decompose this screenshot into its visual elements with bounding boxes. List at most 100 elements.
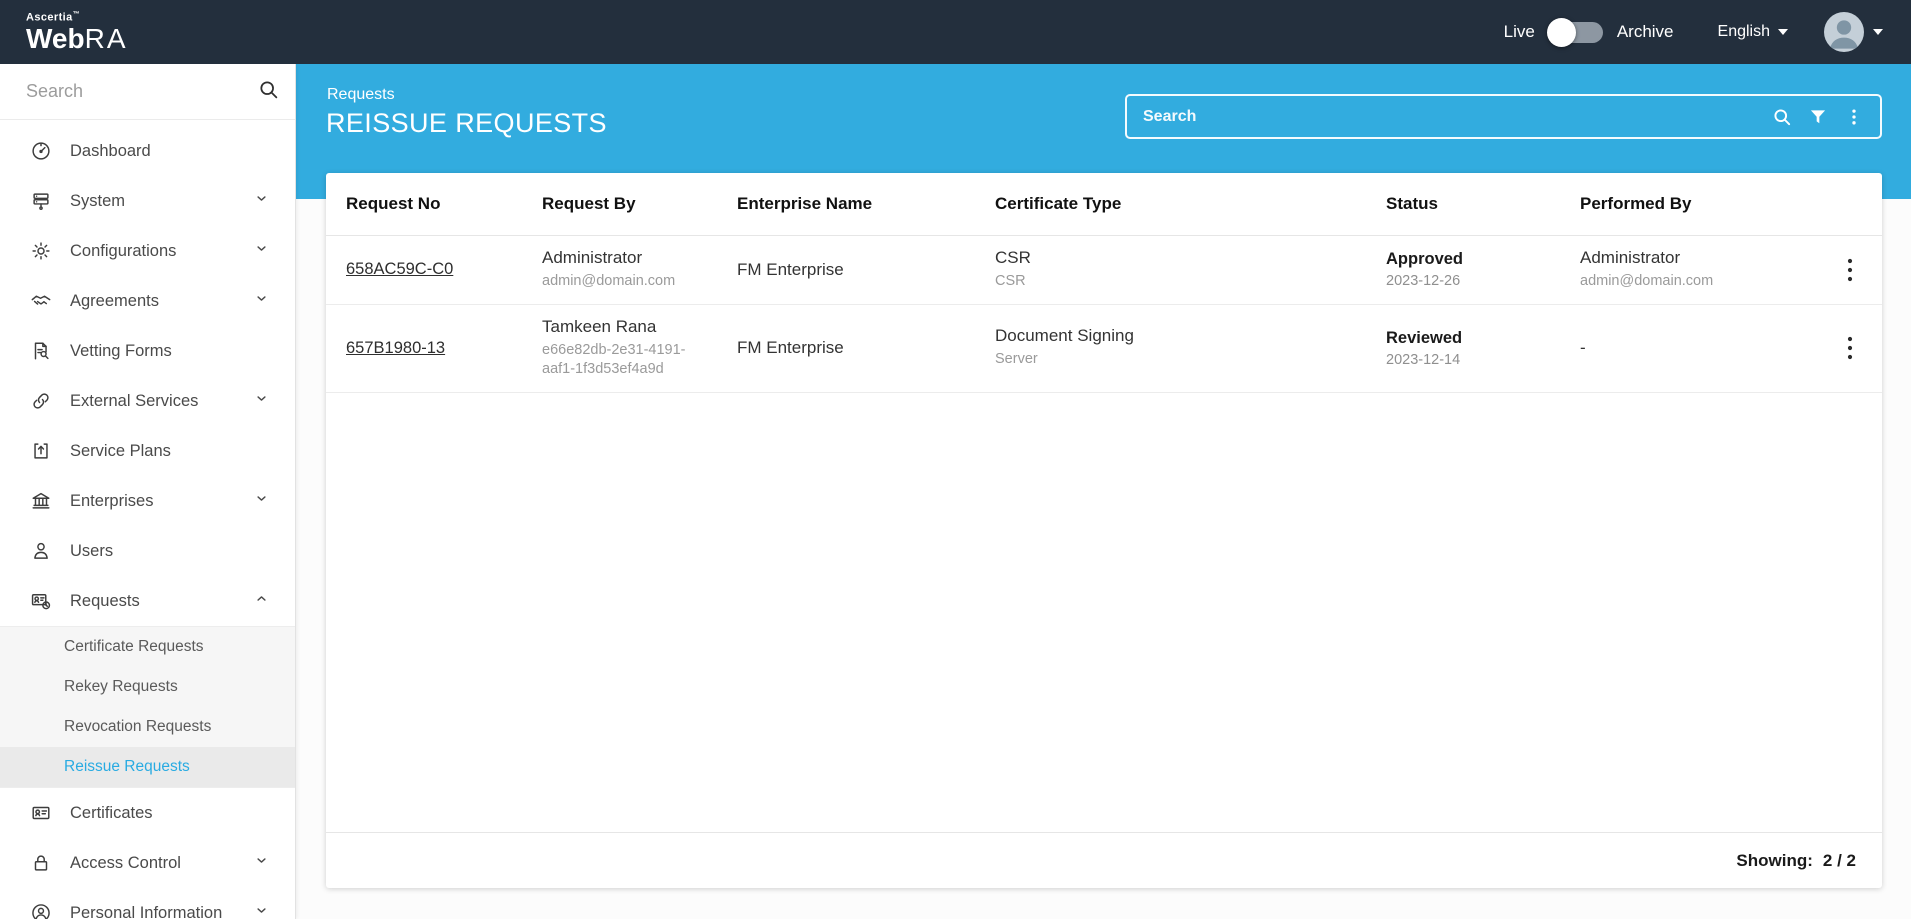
table-header-row: Request No Request By Enterprise Name Ce… <box>326 173 1882 236</box>
sidebar-item-agreements[interactable]: Agreements <box>0 276 295 326</box>
cell-request-no: 658AC59C-C0 <box>346 260 542 279</box>
sidebar-item-system[interactable]: System <box>0 176 295 226</box>
request-by-name: Administrator <box>542 248 709 268</box>
person-silhouette-icon <box>1824 12 1864 52</box>
top-navbar: Ascertia™ WebRA Live Archive English <box>0 0 1911 64</box>
live-archive-toggle[interactable] <box>1549 22 1603 43</box>
enterprise-name: FM Enterprise <box>737 338 967 358</box>
row-actions-kebab-icon[interactable] <box>1841 332 1859 364</box>
toggle-knob[interactable] <box>1547 18 1576 47</box>
sidebar-subitem-reissue-requests[interactable]: Reissue Requests <box>0 747 295 787</box>
sidebar: Dashboard System Configurations Agreemen… <box>0 64 296 919</box>
sidebar-item-label: Enterprises <box>70 492 254 511</box>
sidebar-item-certificates[interactable]: Certificates <box>0 788 295 838</box>
showing-value: 2 / 2 <box>1823 851 1856 871</box>
document-search-icon <box>30 340 52 362</box>
app-logo[interactable]: Ascertia™ WebRA <box>26 11 128 54</box>
certificate-type: Document Signing <box>995 326 1358 346</box>
sidebar-item-label: Requests <box>70 592 254 611</box>
request-by-name: Tamkeen Rana <box>542 317 709 337</box>
chevron-down-icon <box>254 241 269 261</box>
cell-status: Approved 2023-12-26 <box>1386 250 1580 289</box>
brand-company: Ascertia™ <box>26 11 128 24</box>
sidebar-item-personal-information[interactable]: Personal Information <box>0 888 295 919</box>
certificate-type: CSR <box>995 248 1358 268</box>
column-header-request-no: Request No <box>346 194 542 214</box>
chevron-down-icon <box>254 391 269 411</box>
gear-icon <box>30 240 52 262</box>
table-search-input[interactable] <box>1143 108 1756 126</box>
status-date: 2023-12-14 <box>1386 352 1552 368</box>
row-actions-kebab-icon[interactable] <box>1841 254 1859 286</box>
sidebar-item-label: Vetting Forms <box>70 342 269 361</box>
topbar-actions: Live Archive English <box>1504 12 1883 52</box>
link-icon <box>30 390 52 412</box>
status-date: 2023-12-26 <box>1386 273 1552 289</box>
page-title: REISSUE REQUESTS <box>326 108 607 139</box>
avatar[interactable] <box>1824 12 1864 52</box>
cell-request-by: Tamkeen Rana e66e82db-2e31-4191-aaf1-1f3… <box>542 317 737 380</box>
enterprise-name: FM Enterprise <box>737 260 967 280</box>
sidebar-item-access-control[interactable]: Access Control <box>0 838 295 888</box>
sidebar-subitem-revocation-requests[interactable]: Revocation Requests <box>0 707 295 747</box>
request-card-icon <box>30 590 52 612</box>
table-footer: Showing: 2 / 2 <box>326 832 1882 888</box>
sidebar-item-label: Configurations <box>70 242 254 261</box>
sidebar-item-service-plans[interactable]: Service Plans <box>0 426 295 476</box>
request-by-id: e66e82db-2e31-4191-aaf1-1f3d53ef4a9d <box>542 341 709 380</box>
chevron-down-icon <box>254 853 269 873</box>
server-icon <box>30 190 52 212</box>
sidebar-item-label: Personal Information <box>70 904 254 919</box>
user-menu[interactable] <box>1824 12 1883 52</box>
column-header-enterprise-name: Enterprise Name <box>737 194 995 214</box>
performed-by-name: - <box>1580 338 1810 358</box>
sidebar-item-enterprises[interactable]: Enterprises <box>0 476 295 526</box>
column-header-status: Status <box>1386 194 1580 214</box>
table-row: 658AC59C-C0 Administrator admin@domain.c… <box>326 236 1882 305</box>
sidebar-item-label: Dashboard <box>70 142 269 161</box>
certificate-type-sub: Server <box>995 350 1358 370</box>
sidebar-subitem-certificate-requests[interactable]: Certificate Requests <box>0 627 295 667</box>
speedometer-icon <box>30 140 52 162</box>
search-icon[interactable] <box>258 79 279 105</box>
live-label: Live <box>1504 22 1535 42</box>
archive-label: Archive <box>1617 22 1674 42</box>
sidebar-item-dashboard[interactable]: Dashboard <box>0 126 295 176</box>
cell-status: Reviewed 2023-12-14 <box>1386 329 1580 368</box>
chevron-down-icon <box>254 903 269 919</box>
request-no-link[interactable]: 657B1980-13 <box>346 339 445 357</box>
chevron-down-icon <box>1778 29 1788 35</box>
sidebar-item-vetting-forms[interactable]: Vetting Forms <box>0 326 295 376</box>
search-icon[interactable] <box>1772 107 1792 127</box>
column-header-certificate-type: Certificate Type <box>995 194 1386 214</box>
cell-performed-by: Administrator admin@domain.com <box>1580 248 1838 292</box>
sidebar-item-configurations[interactable]: Configurations <box>0 226 295 276</box>
cell-certificate-type: CSR CSR <box>995 248 1386 292</box>
language-menu[interactable]: English <box>1718 23 1788 41</box>
sidebar-item-users[interactable]: Users <box>0 526 295 576</box>
sidebar-item-requests[interactable]: Requests <box>0 576 295 626</box>
column-header-performed-by: Performed By <box>1580 194 1838 214</box>
kebab-menu-icon[interactable] <box>1844 107 1864 127</box>
cell-performed-by: - <box>1580 338 1838 358</box>
requests-table-card: Request No Request By Enterprise Name Ce… <box>326 173 1882 888</box>
package-upload-icon <box>30 440 52 462</box>
sidebar-search-input[interactable] <box>26 81 258 102</box>
cell-enterprise-name: FM Enterprise <box>737 338 995 358</box>
sidebar-subitem-rekey-requests[interactable]: Rekey Requests <box>0 667 295 707</box>
sidebar-item-external-services[interactable]: External Services <box>0 376 295 426</box>
request-no-link[interactable]: 658AC59C-C0 <box>346 260 453 278</box>
brand-product: WebRA <box>26 25 128 53</box>
trademark: ™ <box>73 11 80 18</box>
chevron-down-icon <box>254 291 269 311</box>
column-header-request-by: Request By <box>542 194 737 214</box>
status-value: Approved <box>1386 250 1552 269</box>
certificate-type-sub: CSR <box>995 272 1358 292</box>
sidebar-item-label: External Services <box>70 392 254 411</box>
chevron-down-icon <box>1873 29 1883 35</box>
request-by-email: admin@domain.com <box>542 272 709 292</box>
user-icon <box>30 540 52 562</box>
filter-icon[interactable] <box>1808 107 1828 127</box>
handshake-icon <box>30 290 52 312</box>
cell-enterprise-name: FM Enterprise <box>737 260 995 280</box>
